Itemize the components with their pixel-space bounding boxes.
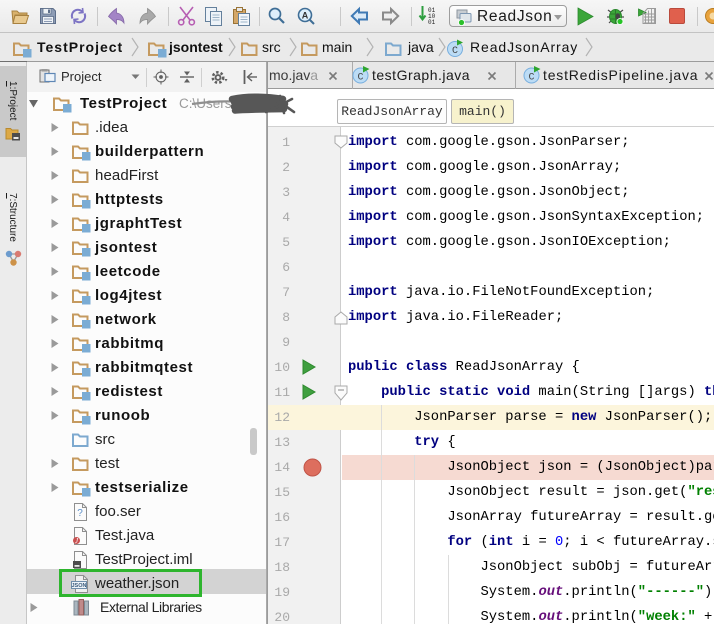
svg-text:C: C [528, 73, 534, 84]
svg-text:C: C [357, 73, 363, 84]
svg-text:?: ? [77, 508, 83, 519]
svg-text:A: A [302, 11, 309, 21]
svg-text:C: C [452, 46, 458, 57]
svg-text:01: 01 [428, 19, 436, 26]
